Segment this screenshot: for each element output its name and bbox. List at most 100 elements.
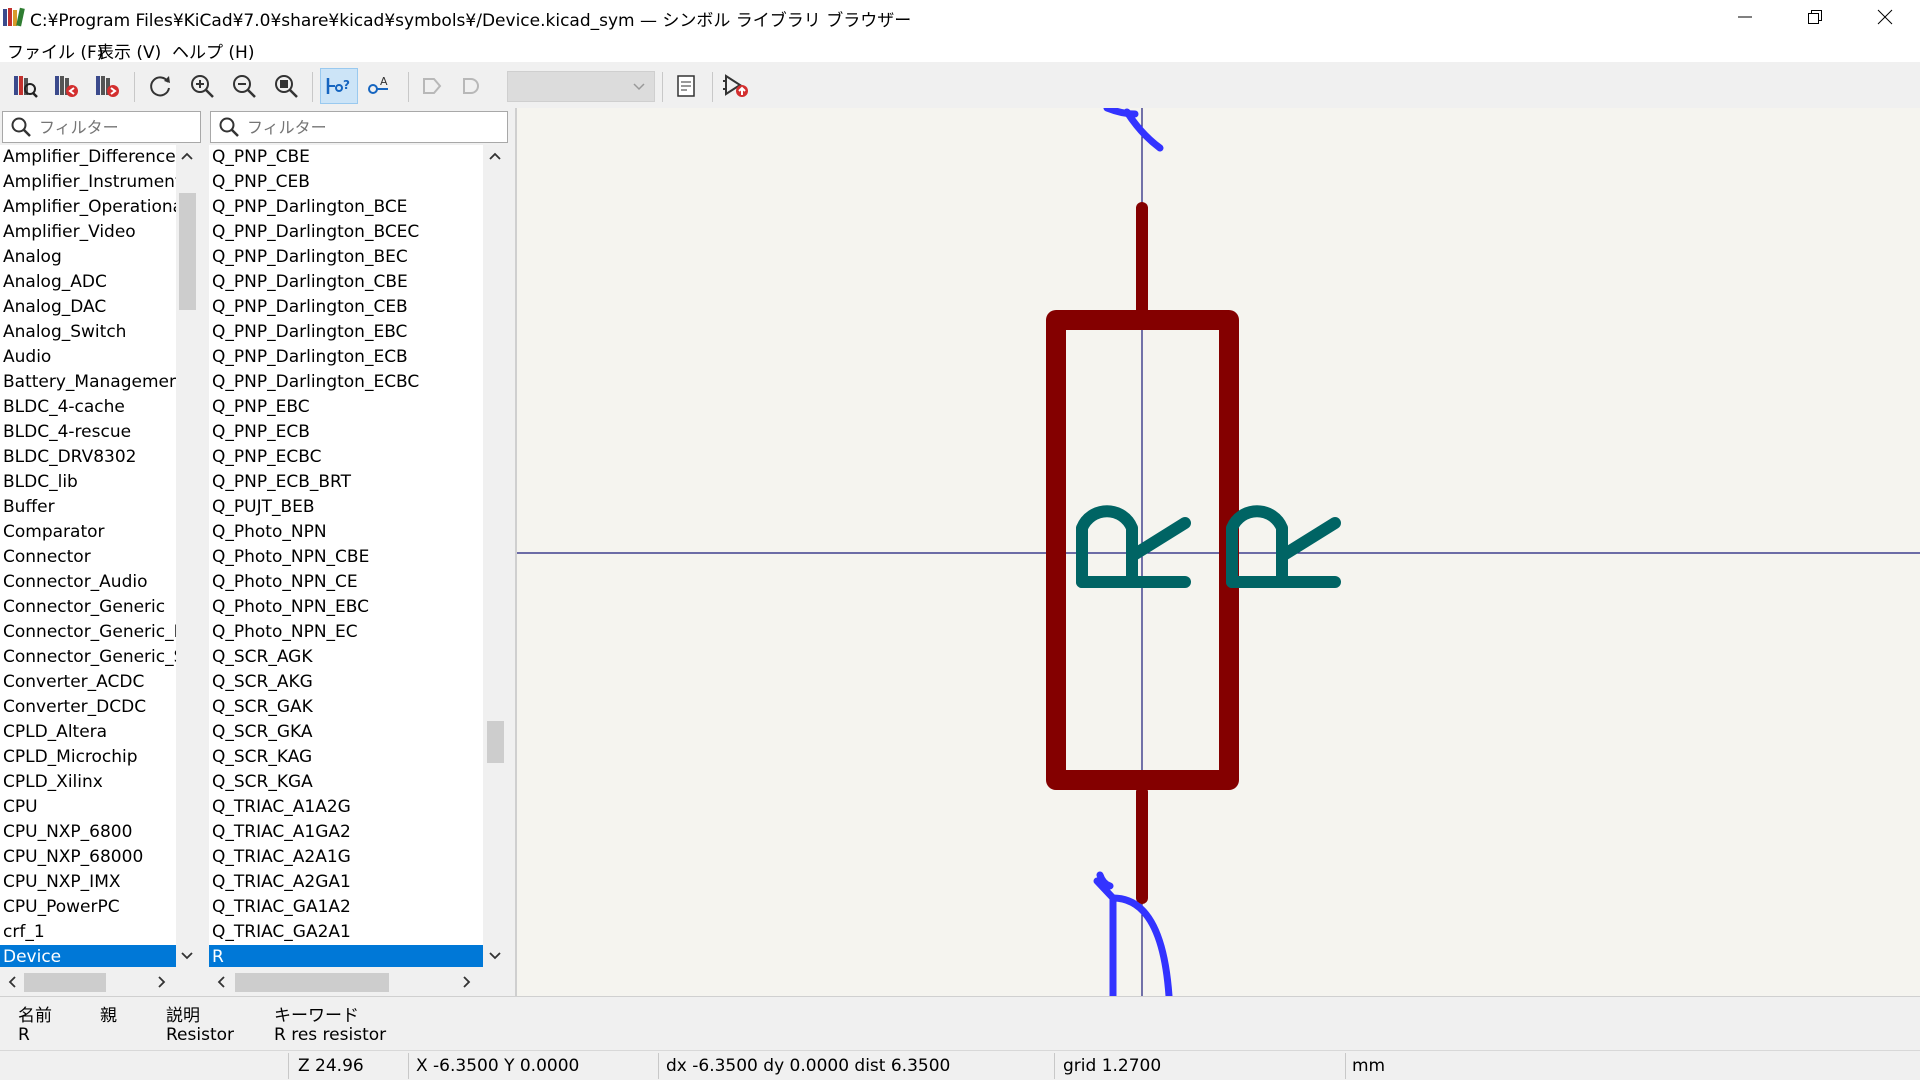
refresh-button[interactable] xyxy=(142,68,178,104)
symbol-list-item[interactable]: Q_PNP_Darlington_BEC xyxy=(209,245,483,270)
library-list-item[interactable]: CPLD_Altera xyxy=(0,720,176,745)
library-filter-input[interactable] xyxy=(39,116,189,138)
library-list-item[interactable]: CPU_PowerPC xyxy=(0,895,176,920)
symbol-list-vscrollbar[interactable] xyxy=(484,145,506,967)
symbol-list-item[interactable]: Q_PUJT_BEB xyxy=(209,495,483,520)
symbol-list-item[interactable]: Q_PNP_Darlington_EBC xyxy=(209,320,483,345)
library-list-hscrollbar[interactable] xyxy=(0,970,198,994)
library-list-item[interactable]: Connector xyxy=(0,545,176,570)
symbol-list-item[interactable]: Q_PNP_Darlington_BCEC xyxy=(209,220,483,245)
library-filter[interactable] xyxy=(2,111,201,143)
body-style-2-button[interactable] xyxy=(454,68,490,104)
symbol-list-item[interactable]: Q_TRIAC_A2GA1 xyxy=(209,870,483,895)
symbol-list-item[interactable]: Q_SCR_GKA xyxy=(209,720,483,745)
symbol-list-item[interactable]: Q_PNP_EBC xyxy=(209,395,483,420)
restore-button[interactable] xyxy=(1780,0,1850,34)
minimize-button[interactable] xyxy=(1710,0,1780,34)
symbol-list-item[interactable]: Q_PNP_Darlington_BCE xyxy=(209,195,483,220)
previous-symbol-button[interactable] xyxy=(48,68,84,104)
symbol-list-item[interactable]: Q_PNP_Darlington_CBE xyxy=(209,270,483,295)
library-list-item[interactable]: Device xyxy=(0,945,176,967)
symbol-list-item[interactable]: R xyxy=(209,945,483,967)
library-list-item[interactable]: Analog_Switch xyxy=(0,320,176,345)
symbol-filter-input[interactable] xyxy=(247,116,397,138)
symbol-list[interactable]: Q_PNP_CBE Q_PNP_CEB Q_PNP_Darlington_BCE Q_… xyxy=(209,145,483,967)
symbol-list-hscrollbar[interactable] xyxy=(209,970,506,994)
symbol-list-item[interactable]: Q_TRIAC_A2A1G xyxy=(209,845,483,870)
menu-help[interactable]: ヘルプ (H) xyxy=(172,38,254,63)
menu-file[interactable]: ファイル (F) xyxy=(7,38,103,63)
symbol-list-item[interactable]: Q_Photo_NPN_EBC xyxy=(209,595,483,620)
symbol-list-item[interactable]: Q_SCR_KGA xyxy=(209,770,483,795)
show-pin-electrical-type-button[interactable]: ? xyxy=(320,68,358,104)
zoom-in-button[interactable] xyxy=(184,68,220,104)
symbol-list-item[interactable]: Q_SCR_AKG xyxy=(209,670,483,695)
symbol-preview-canvas[interactable] xyxy=(515,104,1920,1000)
library-list-item[interactable]: BLDC_4-rescue xyxy=(0,420,176,445)
library-list-item[interactable]: CPU_NXP_68000 xyxy=(0,845,176,870)
scroll-thumb[interactable] xyxy=(487,721,504,763)
symbol-list-item[interactable]: Q_SCR_AGK xyxy=(209,645,483,670)
symbol-list-item[interactable]: Q_PNP_ECBC xyxy=(209,445,483,470)
library-list-item[interactable]: Amplifier_Difference xyxy=(0,145,176,170)
symbol-list-item[interactable]: Q_PNP_ECB_BRT xyxy=(209,470,483,495)
library-list-item[interactable]: Audio xyxy=(0,345,176,370)
library-list-item[interactable]: crf_1 xyxy=(0,920,176,945)
symbol-list-item[interactable]: Q_PNP_Darlington_ECB xyxy=(209,345,483,370)
symbol-list-item[interactable]: Q_Photo_NPN_CE xyxy=(209,570,483,595)
symbol-list-item[interactable]: Q_PNP_Darlington_CEB xyxy=(209,295,483,320)
symbol-list-item[interactable]: Q_PNP_Darlington_ECBC xyxy=(209,370,483,395)
symbol-list-item[interactable]: Q_TRIAC_GA2A1 xyxy=(209,920,483,945)
library-list-item[interactable]: Connector_Generic xyxy=(0,595,176,620)
library-list-item[interactable]: Analog xyxy=(0,245,176,270)
next-symbol-button[interactable] xyxy=(89,68,125,104)
library-list-item[interactable]: Comparator xyxy=(0,520,176,545)
body-style-1-button[interactable] xyxy=(414,68,450,104)
symbol-list-item[interactable]: Q_PNP_ECB xyxy=(209,420,483,445)
symbol-list-item[interactable]: Q_Photo_NPN_EC xyxy=(209,620,483,645)
library-list-item[interactable]: Amplifier_Video xyxy=(0,220,176,245)
symbol-filter[interactable] xyxy=(210,111,508,143)
symbol-list-item[interactable]: Q_Photo_NPN xyxy=(209,520,483,545)
symbol-list-item[interactable]: Q_SCR_KAG xyxy=(209,745,483,770)
library-list-item[interactable]: Connector_Audio xyxy=(0,570,176,595)
library-list-item[interactable]: Connector_Generic_MountingPin xyxy=(0,620,176,645)
library-list-item[interactable]: CPU_NXP_IMX xyxy=(0,870,176,895)
library-list-item[interactable]: Connector_Generic_Shielded xyxy=(0,645,176,670)
symbol-list-item[interactable]: Q_SCR_GAK xyxy=(209,695,483,720)
library-list-item[interactable]: CPLD_Xilinx xyxy=(0,770,176,795)
view-datasheet-button[interactable] xyxy=(668,68,704,104)
symbol-list-item[interactable]: Q_TRIAC_A1GA2 xyxy=(209,820,483,845)
scroll-thumb[interactable] xyxy=(24,973,106,992)
scroll-thumb[interactable] xyxy=(235,973,389,992)
show-pin-numbers-button[interactable]: A xyxy=(362,68,398,104)
library-list-item[interactable]: Converter_ACDC xyxy=(0,670,176,695)
select-library-button[interactable] xyxy=(7,68,43,104)
library-list-item[interactable]: Amplifier_Instrumentation xyxy=(0,170,176,195)
add-symbol-to-schematic-button[interactable] xyxy=(718,68,754,104)
symbol-list-item[interactable]: Q_PNP_CEB xyxy=(209,170,483,195)
library-list-item[interactable]: Converter_DCDC xyxy=(0,695,176,720)
zoom-out-button[interactable] xyxy=(226,68,262,104)
library-list-item[interactable]: Analog_DAC xyxy=(0,295,176,320)
library-list-item[interactable]: Buffer xyxy=(0,495,176,520)
library-list-item[interactable]: BLDC_4-cache xyxy=(0,395,176,420)
scroll-thumb[interactable] xyxy=(179,193,196,310)
library-list-item[interactable]: CPU xyxy=(0,795,176,820)
library-list[interactable]: Amplifier_DifferenceAmplifier_Instrument… xyxy=(0,145,176,967)
close-button[interactable] xyxy=(1850,0,1920,34)
library-list-item[interactable]: CPLD_Microchip xyxy=(0,745,176,770)
library-list-item[interactable]: BLDC_lib xyxy=(0,470,176,495)
symbol-list-item[interactable]: Q_PNP_CBE xyxy=(209,145,483,170)
unit-select-combo[interactable] xyxy=(507,71,655,102)
library-list-item[interactable]: Amplifier_Operational xyxy=(0,195,176,220)
library-list-item[interactable]: Battery_Management xyxy=(0,370,176,395)
menu-view[interactable]: 表示 (V) xyxy=(97,38,161,63)
library-list-item[interactable]: BLDC_DRV8302 xyxy=(0,445,176,470)
library-list-item[interactable]: Analog_ADC xyxy=(0,270,176,295)
symbol-list-item[interactable]: Q_TRIAC_GA1A2 xyxy=(209,895,483,920)
library-list-item[interactable]: CPU_NXP_6800 xyxy=(0,820,176,845)
library-list-vscrollbar[interactable] xyxy=(176,145,198,967)
symbol-list-item[interactable]: Q_TRIAC_A1A2G xyxy=(209,795,483,820)
zoom-fit-button[interactable] xyxy=(268,68,304,104)
